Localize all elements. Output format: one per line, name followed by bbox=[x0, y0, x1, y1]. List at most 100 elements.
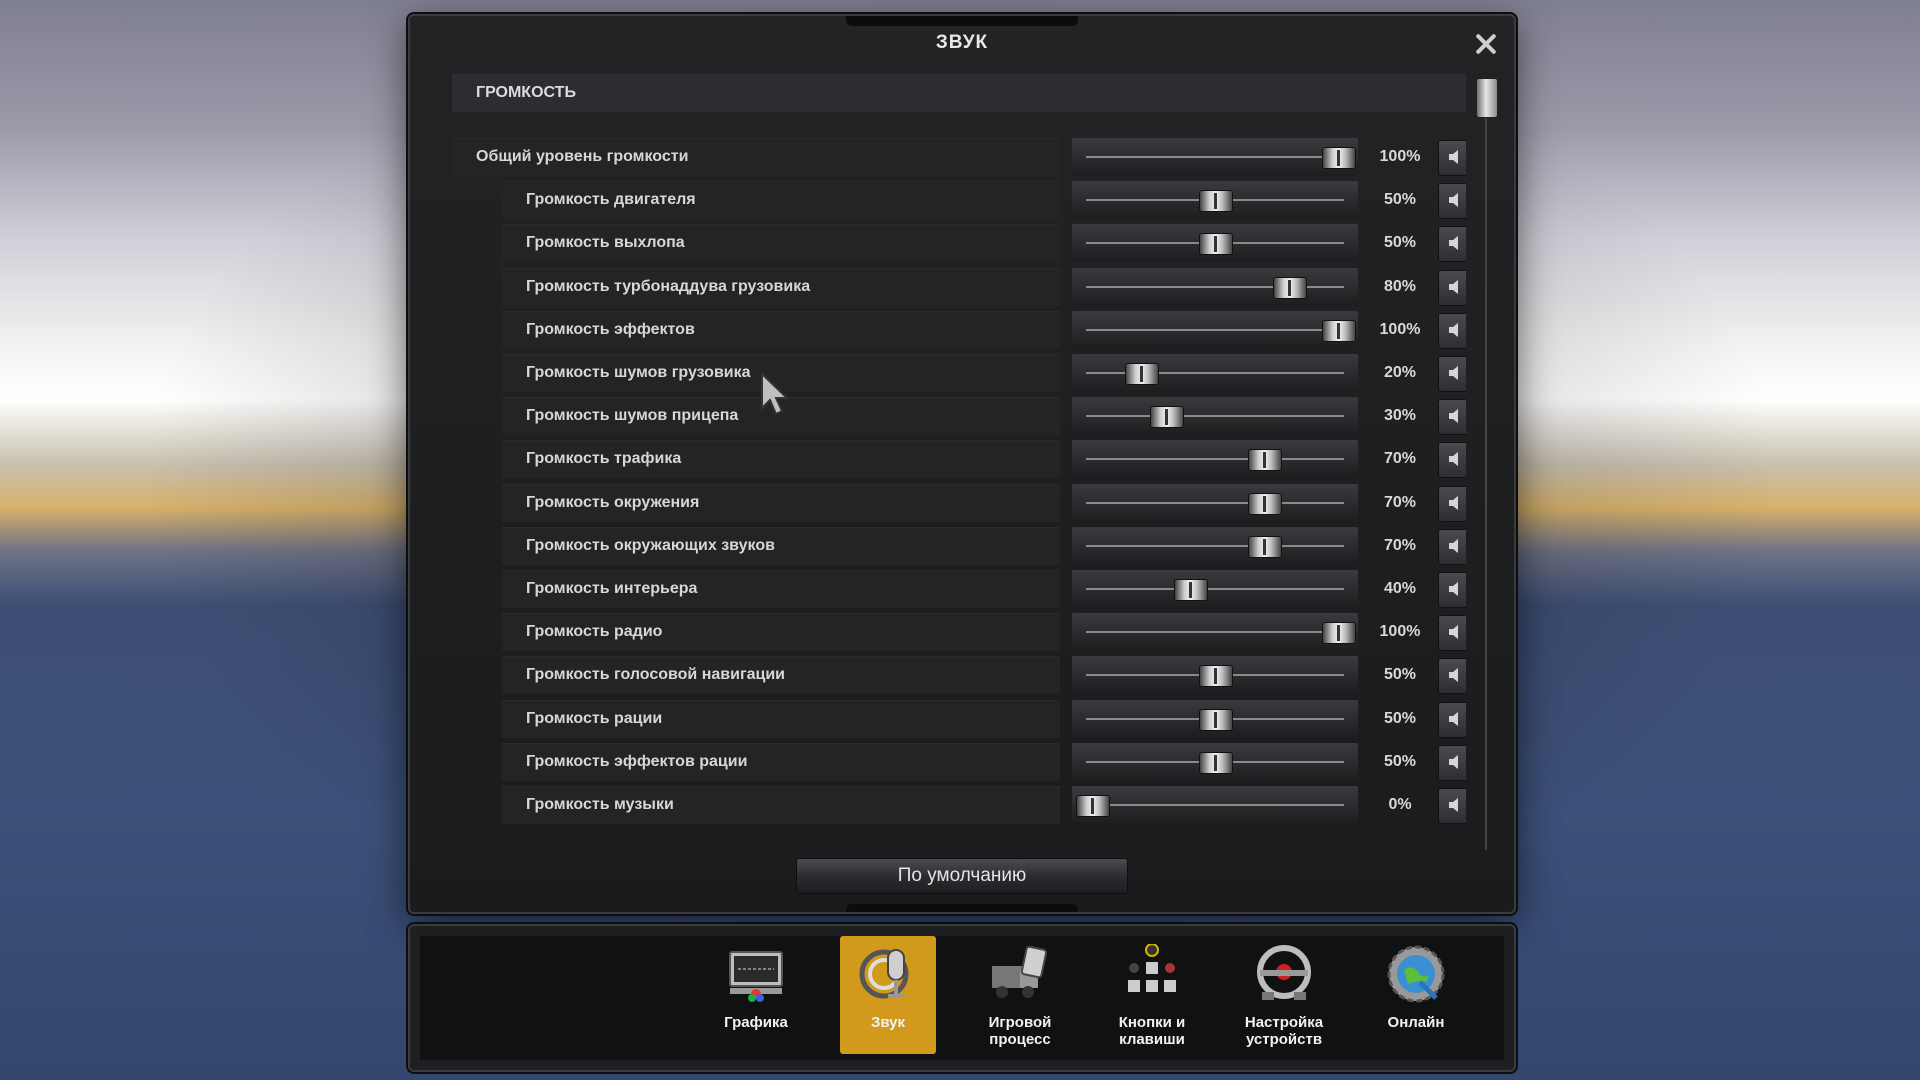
volume-value: 100% bbox=[1379, 148, 1421, 165]
mute-button[interactable] bbox=[1438, 312, 1466, 349]
volume-slider[interactable] bbox=[1072, 526, 1358, 565]
nav-item-steering-wheel[interactable]: Настройка устройств bbox=[1236, 936, 1332, 1054]
volume-row: Громкость шумов грузовика 20% bbox=[452, 354, 1466, 392]
volume-slider[interactable] bbox=[1072, 138, 1358, 176]
volume-value: 50% bbox=[1383, 666, 1417, 684]
slider-knob[interactable] bbox=[1199, 708, 1233, 731]
slider-knob[interactable] bbox=[1248, 449, 1283, 472]
mute-button[interactable] bbox=[1438, 356, 1466, 392]
slider-knob[interactable] bbox=[1248, 492, 1283, 515]
nav-item-label: Онлайн bbox=[1387, 1014, 1445, 1031]
slider-knob[interactable] bbox=[1248, 535, 1283, 558]
volume-row: Общий уровень громкости 100% bbox=[452, 138, 1466, 176]
volume-slider[interactable] bbox=[1072, 656, 1358, 695]
volume-row-label: Общий уровень громкости bbox=[452, 138, 1060, 176]
slider-knob[interactable] bbox=[1199, 665, 1233, 688]
window-title: ЗВУК bbox=[935, 32, 989, 53]
nav-item-label: Графика bbox=[724, 1014, 788, 1031]
volume-slider[interactable] bbox=[1072, 440, 1358, 479]
mute-button[interactable] bbox=[1438, 528, 1466, 565]
slider-knob[interactable] bbox=[1199, 233, 1233, 256]
mute-button[interactable] bbox=[1438, 183, 1466, 220]
mute-button[interactable] bbox=[1438, 140, 1466, 176]
slider-knob[interactable] bbox=[1322, 147, 1356, 169]
speaker-icon bbox=[1449, 495, 1458, 510]
monitor-icon bbox=[726, 944, 786, 1004]
slider-knob[interactable] bbox=[1322, 622, 1356, 645]
volume-list: Общий уровень громкости 100% Громкость дви… bbox=[452, 138, 1466, 850]
volume-slider[interactable] bbox=[1072, 570, 1358, 608]
scrollbar-thumb[interactable] bbox=[1476, 78, 1498, 118]
volume-value: 70% bbox=[1383, 450, 1417, 468]
volume-slider[interactable] bbox=[1072, 267, 1358, 306]
nav-item-label: Звук bbox=[870, 1014, 906, 1031]
slider-track[interactable] bbox=[1086, 631, 1344, 634]
volume-row-label: Громкость голосовой навигации bbox=[502, 656, 1060, 695]
slider-track[interactable] bbox=[1086, 501, 1344, 504]
speaker-icon bbox=[1449, 366, 1458, 380]
volume-slider[interactable] bbox=[1072, 699, 1358, 738]
slider-knob[interactable] bbox=[1125, 363, 1160, 385]
nav-item-microphone[interactable]: Звук bbox=[840, 936, 936, 1054]
volume-slider[interactable] bbox=[1072, 310, 1358, 349]
volume-value: 70% bbox=[1383, 536, 1417, 554]
mute-button[interactable] bbox=[1438, 269, 1466, 306]
mute-button[interactable] bbox=[1438, 485, 1466, 522]
scrollbar-track[interactable] bbox=[1485, 78, 1487, 850]
volume-row-label: Громкость радио bbox=[502, 613, 1060, 652]
nav-item-truck[interactable]: Игровой процесс bbox=[972, 936, 1068, 1054]
nav-item-label: Игровой процесс bbox=[988, 1014, 1052, 1048]
volume-slider[interactable] bbox=[1072, 613, 1358, 652]
volume-value: 40% bbox=[1383, 580, 1417, 597]
volume-slider[interactable] bbox=[1072, 483, 1358, 522]
volume-slider[interactable] bbox=[1072, 181, 1358, 220]
slider-track[interactable] bbox=[1086, 588, 1344, 590]
volume-value: 100% bbox=[1379, 320, 1421, 338]
slider-track[interactable] bbox=[1086, 458, 1344, 461]
speaker-icon bbox=[1449, 582, 1458, 596]
slider-knob[interactable] bbox=[1199, 751, 1233, 774]
slider-knob[interactable] bbox=[1174, 579, 1209, 601]
mute-button[interactable] bbox=[1438, 701, 1466, 738]
sound-settings-window: ЗВУК ГРОМКОСТЬ Общий уровень громкости 10… bbox=[408, 14, 1516, 914]
volume-slider[interactable] bbox=[1072, 397, 1358, 436]
volume-row-label: Громкость турбонаддува грузовика bbox=[502, 267, 1060, 306]
mute-button[interactable] bbox=[1438, 442, 1466, 479]
volume-slider[interactable] bbox=[1072, 354, 1358, 392]
volume-value: 70% bbox=[1383, 493, 1417, 511]
volume-value: 50% bbox=[1383, 234, 1417, 252]
close-button[interactable] bbox=[1472, 30, 1500, 58]
slider-knob[interactable] bbox=[1199, 190, 1233, 213]
volume-row-label: Громкость окружения bbox=[502, 483, 1060, 522]
slider-knob[interactable] bbox=[1076, 795, 1110, 817]
nav-item-globe-gear[interactable]: Онлайн bbox=[1368, 936, 1464, 1054]
nav-item-gamepad-buttons[interactable]: Кнопки и клавиши bbox=[1104, 936, 1200, 1054]
slider-knob[interactable] bbox=[1149, 406, 1184, 429]
nav-item-monitor[interactable]: Графика bbox=[708, 936, 804, 1054]
slider-track[interactable] bbox=[1086, 804, 1344, 806]
volume-row: Громкость трафика 70% bbox=[452, 440, 1466, 479]
volume-row: Громкость рации 50% bbox=[452, 699, 1466, 738]
volume-row-label: Громкость рации bbox=[502, 699, 1060, 738]
mute-button[interactable] bbox=[1438, 226, 1466, 263]
slider-track[interactable] bbox=[1086, 328, 1344, 331]
volume-slider[interactable] bbox=[1072, 224, 1358, 263]
steering-wheel-icon bbox=[1254, 944, 1314, 1004]
volume-slider[interactable] bbox=[1072, 742, 1358, 781]
slider-knob[interactable] bbox=[1322, 319, 1356, 342]
slider-knob[interactable] bbox=[1272, 276, 1307, 299]
mute-button[interactable] bbox=[1438, 615, 1466, 652]
speaker-icon bbox=[1449, 711, 1458, 726]
volume-row-label: Громкость эффектов bbox=[502, 310, 1060, 349]
slider-track[interactable] bbox=[1086, 415, 1344, 418]
slider-track[interactable] bbox=[1086, 156, 1344, 158]
default-button[interactable]: По умолчанию bbox=[796, 858, 1128, 894]
mute-button[interactable] bbox=[1438, 744, 1466, 781]
mute-button[interactable] bbox=[1438, 658, 1466, 695]
mute-button[interactable] bbox=[1438, 399, 1466, 436]
mute-button[interactable] bbox=[1438, 788, 1466, 824]
volume-row-label: Громкость двигателя bbox=[502, 181, 1060, 220]
slider-track[interactable] bbox=[1086, 544, 1344, 547]
mute-button[interactable] bbox=[1438, 572, 1466, 608]
volume-slider[interactable] bbox=[1072, 786, 1358, 824]
